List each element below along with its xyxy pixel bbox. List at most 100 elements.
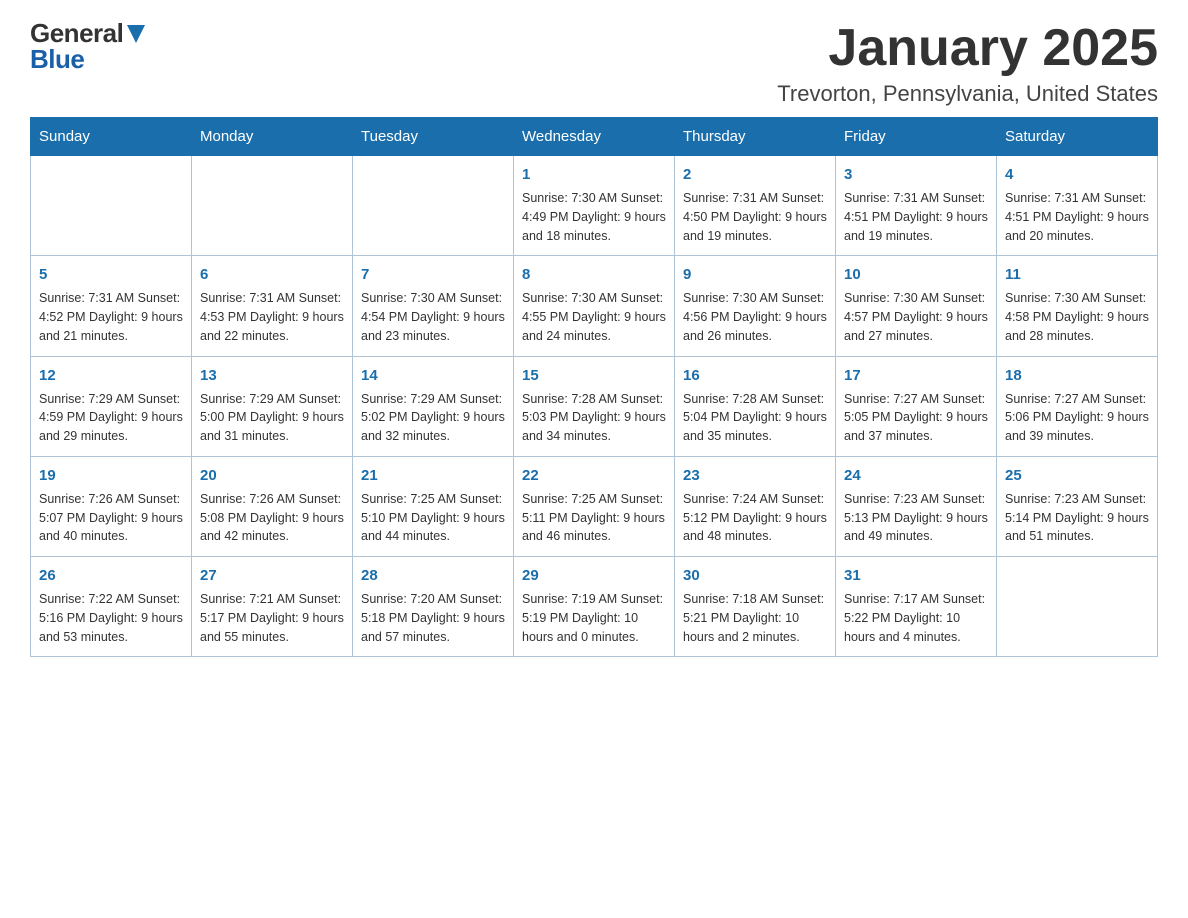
calendar-cell: 3 Sunrise: 7:31 AM Sunset: 4:51 PM Daylig… bbox=[836, 156, 997, 256]
calendar-cell: 11 Sunrise: 7:30 AM Sunset: 4:58 PM Dayli… bbox=[997, 256, 1158, 356]
day-number: 12 bbox=[39, 365, 183, 386]
day-header-sunday: Sunday bbox=[31, 118, 192, 156]
day-number: 5 bbox=[39, 264, 183, 285]
day-header-saturday: Saturday bbox=[997, 118, 1158, 156]
calendar-week-4: 19 Sunrise: 7:26 AM Sunset: 5:07 PM Dayli… bbox=[31, 456, 1158, 556]
day-number: 4 bbox=[1005, 164, 1149, 185]
day-info: Sunrise: 7:19 AM Sunset: 5:19 PM Dayligh… bbox=[522, 590, 666, 646]
day-number: 10 bbox=[844, 264, 988, 285]
day-info: Sunrise: 7:27 AM Sunset: 5:06 PM Dayligh… bbox=[1005, 390, 1149, 446]
day-info: Sunrise: 7:30 AM Sunset: 4:58 PM Dayligh… bbox=[1005, 289, 1149, 345]
day-info: Sunrise: 7:18 AM Sunset: 5:21 PM Dayligh… bbox=[683, 590, 827, 646]
logo-general-text: General bbox=[30, 20, 123, 46]
day-info: Sunrise: 7:17 AM Sunset: 5:22 PM Dayligh… bbox=[844, 590, 988, 646]
day-number: 11 bbox=[1005, 264, 1149, 285]
calendar-header: SundayMondayTuesdayWednesdayThursdayFrid… bbox=[31, 118, 1158, 156]
days-of-week-row: SundayMondayTuesdayWednesdayThursdayFrid… bbox=[31, 118, 1158, 156]
day-header-friday: Friday bbox=[836, 118, 997, 156]
day-number: 13 bbox=[200, 365, 344, 386]
title-area: January 2025 Trevorton, Pennsylvania, Un… bbox=[777, 20, 1158, 107]
day-info: Sunrise: 7:29 AM Sunset: 5:02 PM Dayligh… bbox=[361, 390, 505, 446]
day-number: 16 bbox=[683, 365, 827, 386]
calendar-week-1: 1 Sunrise: 7:30 AM Sunset: 4:49 PM Daylig… bbox=[31, 156, 1158, 256]
calendar-cell bbox=[192, 156, 353, 256]
calendar-cell: 28 Sunrise: 7:20 AM Sunset: 5:18 PM Dayli… bbox=[353, 557, 514, 657]
day-info: Sunrise: 7:28 AM Sunset: 5:04 PM Dayligh… bbox=[683, 390, 827, 446]
day-number: 17 bbox=[844, 365, 988, 386]
calendar-week-3: 12 Sunrise: 7:29 AM Sunset: 4:59 PM Dayli… bbox=[31, 356, 1158, 456]
day-header-wednesday: Wednesday bbox=[514, 118, 675, 156]
day-number: 6 bbox=[200, 264, 344, 285]
day-info: Sunrise: 7:23 AM Sunset: 5:14 PM Dayligh… bbox=[1005, 490, 1149, 546]
day-number: 21 bbox=[361, 465, 505, 486]
day-header-tuesday: Tuesday bbox=[353, 118, 514, 156]
calendar-cell: 13 Sunrise: 7:29 AM Sunset: 5:00 PM Dayli… bbox=[192, 356, 353, 456]
day-info: Sunrise: 7:24 AM Sunset: 5:12 PM Dayligh… bbox=[683, 490, 827, 546]
day-number: 18 bbox=[1005, 365, 1149, 386]
calendar-cell: 24 Sunrise: 7:23 AM Sunset: 5:13 PM Dayli… bbox=[836, 456, 997, 556]
day-info: Sunrise: 7:20 AM Sunset: 5:18 PM Dayligh… bbox=[361, 590, 505, 646]
day-number: 25 bbox=[1005, 465, 1149, 486]
calendar-cell: 29 Sunrise: 7:19 AM Sunset: 5:19 PM Dayli… bbox=[514, 557, 675, 657]
calendar-cell: 21Sunrise: 7:25 AM Sunset: 5:10 PM Dayli… bbox=[353, 456, 514, 556]
calendar-cell: 30 Sunrise: 7:18 AM Sunset: 5:21 PM Dayli… bbox=[675, 557, 836, 657]
day-info: Sunrise: 7:31 AM Sunset: 4:51 PM Dayligh… bbox=[844, 189, 988, 245]
day-number: 24 bbox=[844, 465, 988, 486]
month-title: January 2025 bbox=[777, 20, 1158, 77]
day-number: 3 bbox=[844, 164, 988, 185]
day-number: 27 bbox=[200, 565, 344, 586]
logo: General Blue bbox=[30, 20, 145, 72]
day-info: Sunrise: 7:30 AM Sunset: 4:49 PM Dayligh… bbox=[522, 189, 666, 245]
day-number: 30 bbox=[683, 565, 827, 586]
day-number: 20 bbox=[200, 465, 344, 486]
day-info: Sunrise: 7:26 AM Sunset: 5:07 PM Dayligh… bbox=[39, 490, 183, 546]
calendar-cell: 16 Sunrise: 7:28 AM Sunset: 5:04 PM Dayli… bbox=[675, 356, 836, 456]
day-number: 7 bbox=[361, 264, 505, 285]
day-info: Sunrise: 7:30 AM Sunset: 4:54 PM Dayligh… bbox=[361, 289, 505, 345]
day-number: 19 bbox=[39, 465, 183, 486]
day-info: Sunrise: 7:23 AM Sunset: 5:13 PM Dayligh… bbox=[844, 490, 988, 546]
calendar-cell: 22Sunrise: 7:25 AM Sunset: 5:11 PM Dayli… bbox=[514, 456, 675, 556]
logo-blue-text: Blue bbox=[30, 44, 84, 74]
day-header-thursday: Thursday bbox=[675, 118, 836, 156]
day-info: Sunrise: 7:31 AM Sunset: 4:53 PM Dayligh… bbox=[200, 289, 344, 345]
calendar-cell: 23 Sunrise: 7:24 AM Sunset: 5:12 PM Dayli… bbox=[675, 456, 836, 556]
day-header-monday: Monday bbox=[192, 118, 353, 156]
calendar-cell: 19 Sunrise: 7:26 AM Sunset: 5:07 PM Dayli… bbox=[31, 456, 192, 556]
calendar-cell bbox=[353, 156, 514, 256]
calendar-cell: 5Sunrise: 7:31 AM Sunset: 4:52 PM Daylig… bbox=[31, 256, 192, 356]
day-info: Sunrise: 7:29 AM Sunset: 5:00 PM Dayligh… bbox=[200, 390, 344, 446]
day-number: 9 bbox=[683, 264, 827, 285]
calendar-cell: 14 Sunrise: 7:29 AM Sunset: 5:02 PM Dayli… bbox=[353, 356, 514, 456]
calendar-table: SundayMondayTuesdayWednesdayThursdayFrid… bbox=[30, 117, 1158, 657]
calendar-cell: 31 Sunrise: 7:17 AM Sunset: 5:22 PM Dayli… bbox=[836, 557, 997, 657]
day-info: Sunrise: 7:30 AM Sunset: 4:56 PM Dayligh… bbox=[683, 289, 827, 345]
calendar-cell: 10 Sunrise: 7:30 AM Sunset: 4:57 PM Dayli… bbox=[836, 256, 997, 356]
calendar-cell: 4Sunrise: 7:31 AM Sunset: 4:51 PM Daylig… bbox=[997, 156, 1158, 256]
day-info: Sunrise: 7:22 AM Sunset: 5:16 PM Dayligh… bbox=[39, 590, 183, 646]
day-number: 26 bbox=[39, 565, 183, 586]
calendar-cell: 15Sunrise: 7:28 AM Sunset: 5:03 PM Dayli… bbox=[514, 356, 675, 456]
day-info: Sunrise: 7:28 AM Sunset: 5:03 PM Dayligh… bbox=[522, 390, 666, 446]
day-info: Sunrise: 7:27 AM Sunset: 5:05 PM Dayligh… bbox=[844, 390, 988, 446]
page-header: General Blue January 2025 Trevorton, Pen… bbox=[30, 20, 1158, 107]
calendar-cell: 8Sunrise: 7:30 AM Sunset: 4:55 PM Daylig… bbox=[514, 256, 675, 356]
day-number: 1 bbox=[522, 164, 666, 185]
calendar-week-2: 5Sunrise: 7:31 AM Sunset: 4:52 PM Daylig… bbox=[31, 256, 1158, 356]
day-number: 2 bbox=[683, 164, 827, 185]
day-number: 28 bbox=[361, 565, 505, 586]
day-number: 14 bbox=[361, 365, 505, 386]
calendar-cell: 2Sunrise: 7:31 AM Sunset: 4:50 PM Daylig… bbox=[675, 156, 836, 256]
day-number: 31 bbox=[844, 565, 988, 586]
day-info: Sunrise: 7:21 AM Sunset: 5:17 PM Dayligh… bbox=[200, 590, 344, 646]
day-info: Sunrise: 7:29 AM Sunset: 4:59 PM Dayligh… bbox=[39, 390, 183, 446]
day-number: 29 bbox=[522, 565, 666, 586]
day-number: 8 bbox=[522, 264, 666, 285]
day-info: Sunrise: 7:25 AM Sunset: 5:11 PM Dayligh… bbox=[522, 490, 666, 546]
calendar-cell: 25 Sunrise: 7:23 AM Sunset: 5:14 PM Dayli… bbox=[997, 456, 1158, 556]
day-number: 23 bbox=[683, 465, 827, 486]
calendar-cell: 17 Sunrise: 7:27 AM Sunset: 5:05 PM Dayli… bbox=[836, 356, 997, 456]
day-info: Sunrise: 7:30 AM Sunset: 4:57 PM Dayligh… bbox=[844, 289, 988, 345]
calendar-cell: 27 Sunrise: 7:21 AM Sunset: 5:17 PM Dayli… bbox=[192, 557, 353, 657]
calendar-cell: 7 Sunrise: 7:30 AM Sunset: 4:54 PM Daylig… bbox=[353, 256, 514, 356]
